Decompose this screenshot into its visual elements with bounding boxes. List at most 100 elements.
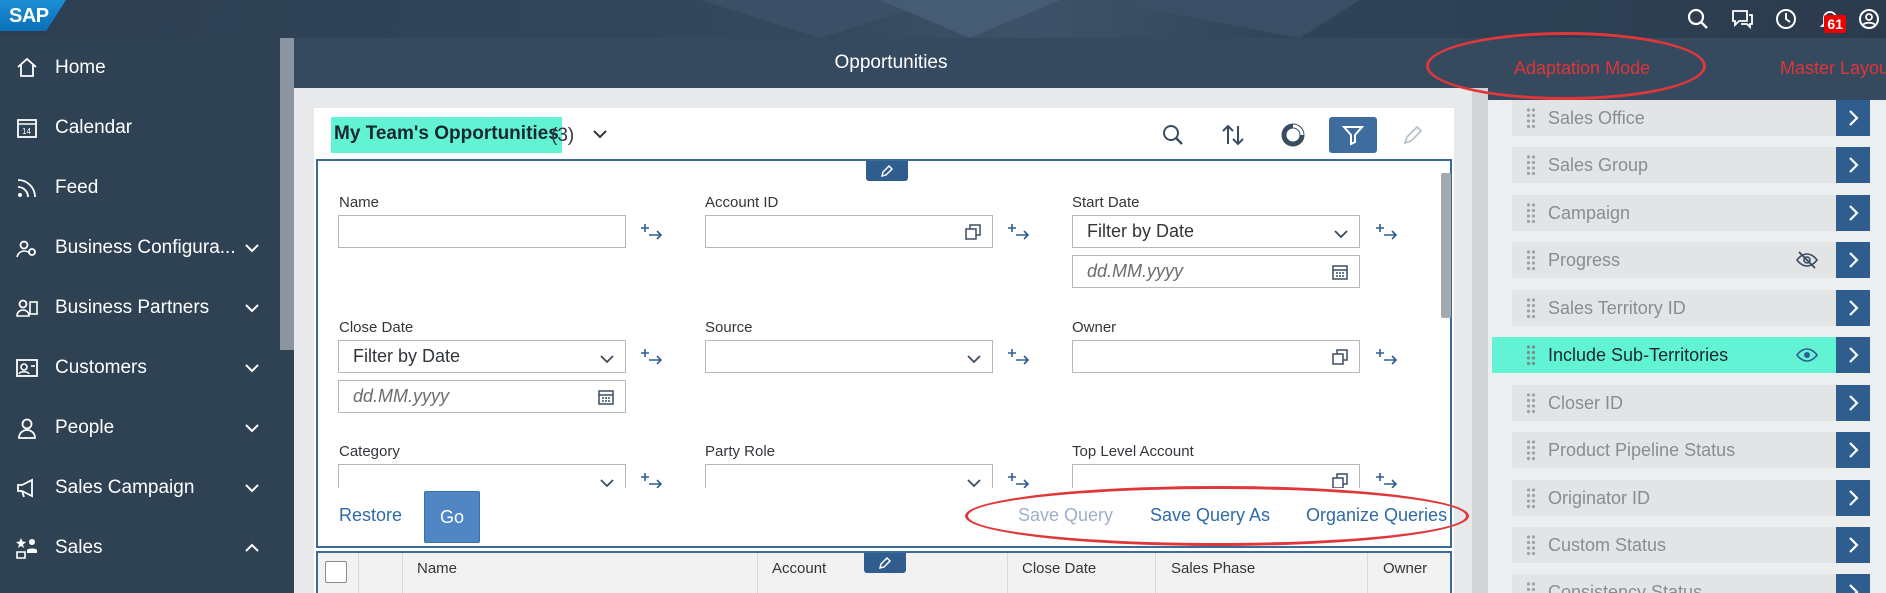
drag-handle-icon[interactable] [1514, 392, 1548, 414]
calendar-icon[interactable] [597, 388, 615, 411]
eye-hidden-icon[interactable] [1794, 251, 1820, 269]
chevron-up-icon[interactable] [242, 543, 262, 553]
sidebar-item-sales[interactable]: Sales [0, 518, 280, 578]
field-row-product-pipeline-status[interactable]: Product Pipeline Status [1512, 432, 1870, 468]
add-filter-icon[interactable] [639, 470, 663, 488]
owner-input[interactable] [1072, 340, 1360, 373]
drag-handle-icon[interactable] [1514, 202, 1548, 224]
toolbar-sort-button[interactable] [1209, 117, 1257, 153]
restore-button[interactable]: Restore [339, 505, 402, 526]
category-select[interactable] [338, 464, 626, 488]
sidebar-item-business-configuration[interactable]: Business Configura... [0, 218, 280, 278]
field-row-campaign[interactable]: Campaign [1512, 195, 1870, 231]
sidebar-item-customers[interactable]: Customers [0, 338, 280, 398]
field-row-include-sub-territories[interactable]: Include Sub-Territories [1492, 337, 1870, 373]
column-header-sales-phase[interactable]: Sales Phase [1171, 560, 1255, 577]
sidebar-scrollbar[interactable] [280, 38, 294, 593]
value-help-icon[interactable] [964, 223, 982, 246]
field-row-consistency-status[interactable]: Consistency Status [1512, 574, 1870, 593]
chevron-right-icon[interactable] [1836, 337, 1870, 373]
sidebar-item-people[interactable]: People [0, 398, 280, 458]
chat-icon[interactable] [1720, 0, 1764, 38]
field-row-sales-territory-id[interactable]: Sales Territory ID [1512, 290, 1870, 326]
source-select[interactable] [705, 340, 993, 373]
chevron-right-icon[interactable] [1836, 385, 1870, 421]
sidebar-item-calendar[interactable]: 14 Calendar [0, 98, 280, 158]
chevron-right-icon[interactable] [1836, 242, 1870, 278]
sidebar-item-feed[interactable]: Feed [0, 158, 280, 218]
chevron-down-icon[interactable] [242, 303, 262, 313]
top-level-account-input[interactable] [1072, 464, 1360, 488]
go-button[interactable]: Go [424, 491, 480, 543]
field-row-sales-group[interactable]: Sales Group [1512, 147, 1870, 183]
column-header-close-date[interactable]: Close Date [1022, 560, 1096, 577]
calendar-icon[interactable] [1331, 263, 1349, 286]
chevron-down-icon[interactable] [242, 363, 262, 373]
add-filter-icon[interactable] [1374, 346, 1398, 371]
sidebar-scrollbar-thumb[interactable] [280, 38, 294, 350]
notifications-icon[interactable]: 61 [1808, 0, 1852, 38]
start-date-picker[interactable]: dd.MM.yyyy [1072, 255, 1360, 288]
column-header-owner[interactable]: Owner [1383, 560, 1427, 577]
add-filter-icon[interactable] [1006, 470, 1030, 488]
drag-handle-icon[interactable] [1514, 297, 1548, 319]
chevron-right-icon[interactable] [1836, 290, 1870, 326]
filter-panel-edit-tab[interactable] [866, 161, 908, 181]
search-icon[interactable] [1676, 0, 1720, 38]
drag-handle-icon[interactable] [1514, 344, 1548, 366]
party-role-select[interactable] [705, 464, 993, 488]
chevron-right-icon[interactable] [1836, 574, 1870, 593]
drag-handle-icon[interactable] [1514, 581, 1548, 593]
clock-icon[interactable] [1764, 0, 1808, 38]
chevron-down-icon[interactable] [1333, 225, 1349, 246]
sidebar-item-sales-campaign[interactable]: Sales Campaign [0, 458, 280, 518]
drag-handle-icon[interactable] [1514, 107, 1548, 129]
field-row-originator-id[interactable]: Originator ID [1512, 480, 1870, 516]
field-row-progress[interactable]: Progress [1512, 242, 1870, 278]
eye-visible-icon[interactable] [1794, 346, 1820, 364]
column-header-name[interactable]: Name [417, 560, 457, 577]
toolbar-chart-button[interactable] [1269, 117, 1317, 153]
chevron-down-icon[interactable] [242, 243, 262, 253]
add-filter-icon[interactable] [639, 346, 663, 371]
chevron-down-icon[interactable] [242, 483, 262, 493]
add-filter-icon[interactable] [1374, 470, 1398, 488]
field-row-closer-id[interactable]: Closer ID [1512, 385, 1870, 421]
value-help-icon[interactable] [1331, 472, 1349, 488]
add-filter-icon[interactable] [1374, 221, 1398, 246]
chevron-down-icon[interactable] [599, 474, 615, 488]
drag-handle-icon[interactable] [1514, 154, 1548, 176]
toolbar-filter-button[interactable] [1329, 117, 1377, 153]
drag-handle-icon[interactable] [1514, 487, 1548, 509]
main-scrollbar[interactable] [1472, 88, 1488, 593]
filter-panel-scrollbar[interactable] [1441, 173, 1451, 318]
field-row-sales-office[interactable]: Sales Office [1512, 100, 1870, 136]
sidebar-item-business-partners[interactable]: Business Partners [0, 278, 280, 338]
account-id-input[interactable] [705, 215, 993, 248]
close-date-select[interactable]: Filter by Date [338, 340, 626, 373]
toolbar-edit-button[interactable] [1389, 117, 1437, 153]
add-filter-icon[interactable] [1006, 346, 1030, 371]
name-input[interactable] [338, 215, 626, 248]
query-title[interactable]: My Team's Opportunities [331, 117, 562, 153]
add-filter-icon[interactable] [639, 221, 663, 246]
chevron-down-icon[interactable] [966, 350, 982, 371]
add-filter-icon[interactable] [1006, 221, 1030, 246]
tab-master-layout[interactable]: Master Layout [1780, 58, 1886, 79]
drag-handle-icon[interactable] [1514, 534, 1548, 556]
value-help-icon[interactable] [1331, 348, 1349, 371]
chevron-right-icon[interactable] [1836, 195, 1870, 231]
field-row-custom-status[interactable]: Custom Status [1512, 527, 1870, 563]
chevron-right-icon[interactable] [1836, 147, 1870, 183]
select-all-checkbox[interactable] [325, 561, 347, 583]
column-header-account[interactable]: Account [772, 560, 826, 577]
chevron-right-icon[interactable] [1836, 432, 1870, 468]
chevron-down-icon[interactable] [599, 350, 615, 371]
user-profile-icon[interactable] [1852, 0, 1886, 38]
sidebar-item-home[interactable]: Home [0, 38, 280, 98]
chevron-right-icon[interactable] [1836, 480, 1870, 516]
chevron-down-icon[interactable] [966, 474, 982, 488]
chevron-right-icon[interactable] [1836, 527, 1870, 563]
sap-logo[interactable]: SAP [0, 0, 66, 31]
drag-handle-icon[interactable] [1514, 439, 1548, 461]
